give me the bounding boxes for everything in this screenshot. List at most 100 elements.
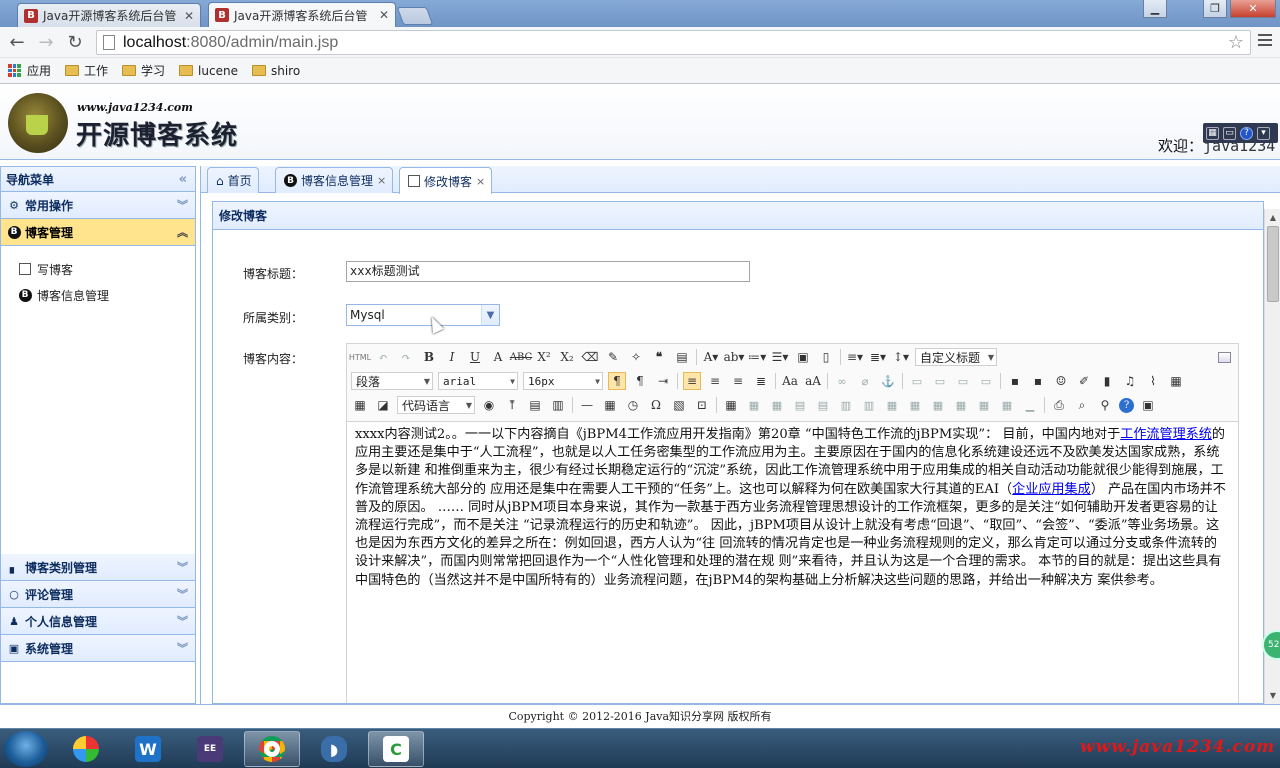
insert-video-icon[interactable]: ▮ (1098, 372, 1116, 390)
content-link-workflow[interactable]: 工作流管理系统 (1120, 427, 1212, 442)
chevron-down-icon[interactable]: ▼ (481, 305, 499, 325)
rich-text-editor[interactable]: HTML ↶ ↷ B I U A ABC X² X₂ ⌫ ✎ ✧ ❝ ▤ A▾ … (346, 343, 1239, 703)
accordion-blog-manage[interactable]: B 博客管理 ︽ (1, 219, 195, 246)
insert-frame-icon[interactable]: ◪ (374, 396, 392, 414)
accordion-personal[interactable]: ♟ 个人信息管理 ︾ (1, 608, 195, 635)
scrawl-icon[interactable]: ✐ (1075, 372, 1093, 390)
split-rows-icon[interactable]: ▦ (975, 396, 993, 414)
format-painter-icon[interactable]: ✎ (604, 348, 622, 366)
chrome-menu-icon[interactable] (1258, 34, 1272, 48)
snapshot-icon[interactable]: ⊡ (693, 396, 711, 414)
align-left-icon[interactable]: ≡ (683, 372, 701, 390)
browser-tab-active[interactable]: B Java开源博客系统后台管 ✕ (208, 2, 396, 27)
attachment-icon[interactable]: ⌇ (1144, 372, 1162, 390)
redo-icon[interactable]: ↷ (397, 348, 415, 366)
tab-edit-blog[interactable]: 修改博客 × (399, 167, 493, 194)
minimize-button[interactable]: ▁ (1143, 0, 1167, 18)
highlight-color-icon[interactable]: ab▾ (724, 348, 745, 366)
taskbar-app-eclipse[interactable]: EE (182, 731, 238, 767)
fullscreen-icon[interactable] (1215, 348, 1233, 366)
underline-icon[interactable]: U (466, 348, 484, 366)
scroll-down-icon[interactable]: ▼ (1265, 687, 1280, 704)
merge-right-icon[interactable]: ▦ (906, 396, 924, 414)
tab-home[interactable]: ⌂ 首页 (207, 167, 259, 193)
bookmark-folder[interactable]: shiro (251, 64, 300, 78)
insert-row-icon[interactable]: ▤ (791, 396, 809, 414)
nav-item-write-blog[interactable]: 写博客 (1, 256, 195, 282)
custom-title-select[interactable]: 自定义标题 ▼ (915, 348, 997, 366)
close-icon[interactable]: ✕ (178, 9, 194, 23)
delete-row-icon[interactable]: ▤ (814, 396, 832, 414)
accordion-comment[interactable]: ○ 评论管理 ︾ (1, 581, 195, 608)
close-icon[interactable]: × (476, 175, 485, 188)
taskbar-app-word[interactable]: W (120, 731, 176, 767)
delete-col-icon[interactable]: ▥ (860, 396, 878, 414)
content-link-eai[interactable]: 企业应用集成 (1012, 482, 1091, 497)
unlink-icon[interactable]: ⌀ (856, 372, 874, 390)
date-icon[interactable]: ▦ (601, 396, 619, 414)
insert-para-before-table-icon[interactable]: ▦ (768, 396, 786, 414)
drafts-icon[interactable]: ▣ (1139, 396, 1157, 414)
html-source-button[interactable]: HTML (349, 348, 371, 366)
eraser-icon[interactable]: ⌫ (581, 348, 599, 366)
split-cells-icon[interactable]: ▦ (952, 396, 970, 414)
expand-icon[interactable]: ︾ (177, 586, 188, 602)
expand-icon[interactable]: ︾ (177, 559, 188, 575)
bookmark-star-icon[interactable]: ☆ (1228, 32, 1244, 53)
grid-icon[interactable]: ▦ (1206, 126, 1219, 140)
align-right-icon[interactable]: ≡ (729, 372, 747, 390)
align-justify-icon[interactable]: ≣ (752, 372, 770, 390)
ltr-direction-icon[interactable]: ¶ (608, 372, 626, 390)
close-icon[interactable]: × (377, 174, 386, 187)
scrollbar-thumb[interactable] (1267, 226, 1279, 302)
window-icon[interactable]: ▭ (1223, 126, 1236, 140)
collapse-left-icon[interactable]: « (179, 172, 187, 187)
clear-doc-icon[interactable]: ▯ (817, 348, 835, 366)
expand-icon[interactable]: ︾ (177, 197, 188, 213)
scroll-up-icon[interactable]: ▲ (1265, 209, 1280, 226)
font-color-icon[interactable]: A▾ (702, 348, 720, 366)
row-spacing-top-icon[interactable]: ≡▾ (846, 348, 864, 366)
to-lowercase-icon[interactable]: aA (804, 372, 822, 390)
font-size-select[interactable]: 16px ▼ (523, 372, 603, 390)
browser-tab[interactable]: B Java开源博客系统后台管 ✕ (17, 3, 201, 27)
collapse-up-icon[interactable]: ︽ (177, 224, 188, 240)
auto-type-icon[interactable]: ✧ (627, 348, 645, 366)
align-center-icon[interactable]: ≡ (706, 372, 724, 390)
image-right-icon[interactable]: ▭ (954, 372, 972, 390)
split-cols-icon[interactable]: ▦ (998, 396, 1016, 414)
time-icon[interactable]: ◷ (624, 396, 642, 414)
image-center-icon[interactable]: ▭ (977, 372, 995, 390)
taskbar-app-chrome[interactable] (244, 731, 300, 767)
background-icon[interactable]: ▤ (526, 396, 544, 414)
floating-toolbar[interactable]: ▦ ▭ ? ▾ (1203, 123, 1278, 143)
preview-icon[interactable]: ⌕ (1073, 396, 1091, 414)
blockquote-icon[interactable]: ❝ (650, 348, 668, 366)
image-none-icon[interactable]: ▭ (908, 372, 926, 390)
taskbar-app-dolphin[interactable]: ◗ (306, 731, 362, 767)
accordion-system[interactable]: ▣ 系统管理 ︾ (1, 635, 195, 662)
paragraph-format-select[interactable]: 段落 ▼ (351, 372, 433, 390)
search-replace-icon[interactable]: ⚲ (1096, 396, 1114, 414)
insert-table-icon[interactable]: ▦ (722, 396, 740, 414)
music-icon[interactable]: ♫ (1121, 372, 1139, 390)
expand-icon[interactable]: ︾ (177, 640, 188, 656)
multi-image-icon[interactable]: ▪ (1029, 372, 1047, 390)
blog-type-select[interactable]: Mysql ▼ (346, 304, 500, 326)
insert-image-icon[interactable]: ▪ (1006, 372, 1024, 390)
bookmark-folder[interactable]: 工作 (65, 62, 108, 79)
accordion-common-ops[interactable]: ⚙ 常用操作 ︾ (1, 192, 195, 219)
indent-icon[interactable]: ⇥ (654, 372, 672, 390)
help-icon[interactable]: ? (1240, 126, 1253, 140)
taskbar-app[interactable] (58, 731, 114, 767)
ordered-list-icon[interactable]: ≔▾ (748, 348, 766, 366)
delete-table-icon[interactable]: ▦ (745, 396, 763, 414)
insert-col-icon[interactable]: ▥ (837, 396, 855, 414)
merge-down-icon[interactable]: ▦ (929, 396, 947, 414)
image-left-icon[interactable]: ▭ (931, 372, 949, 390)
font-family-select[interactable]: arial ▼ (438, 372, 518, 390)
tab-blog-info[interactable]: B 博客信息管理 × (275, 167, 394, 193)
chart-icon[interactable]: ▁ (1021, 396, 1039, 414)
template-icon[interactable]: ▥ (549, 396, 567, 414)
taskbar-app-camtasia[interactable]: C (368, 731, 424, 767)
